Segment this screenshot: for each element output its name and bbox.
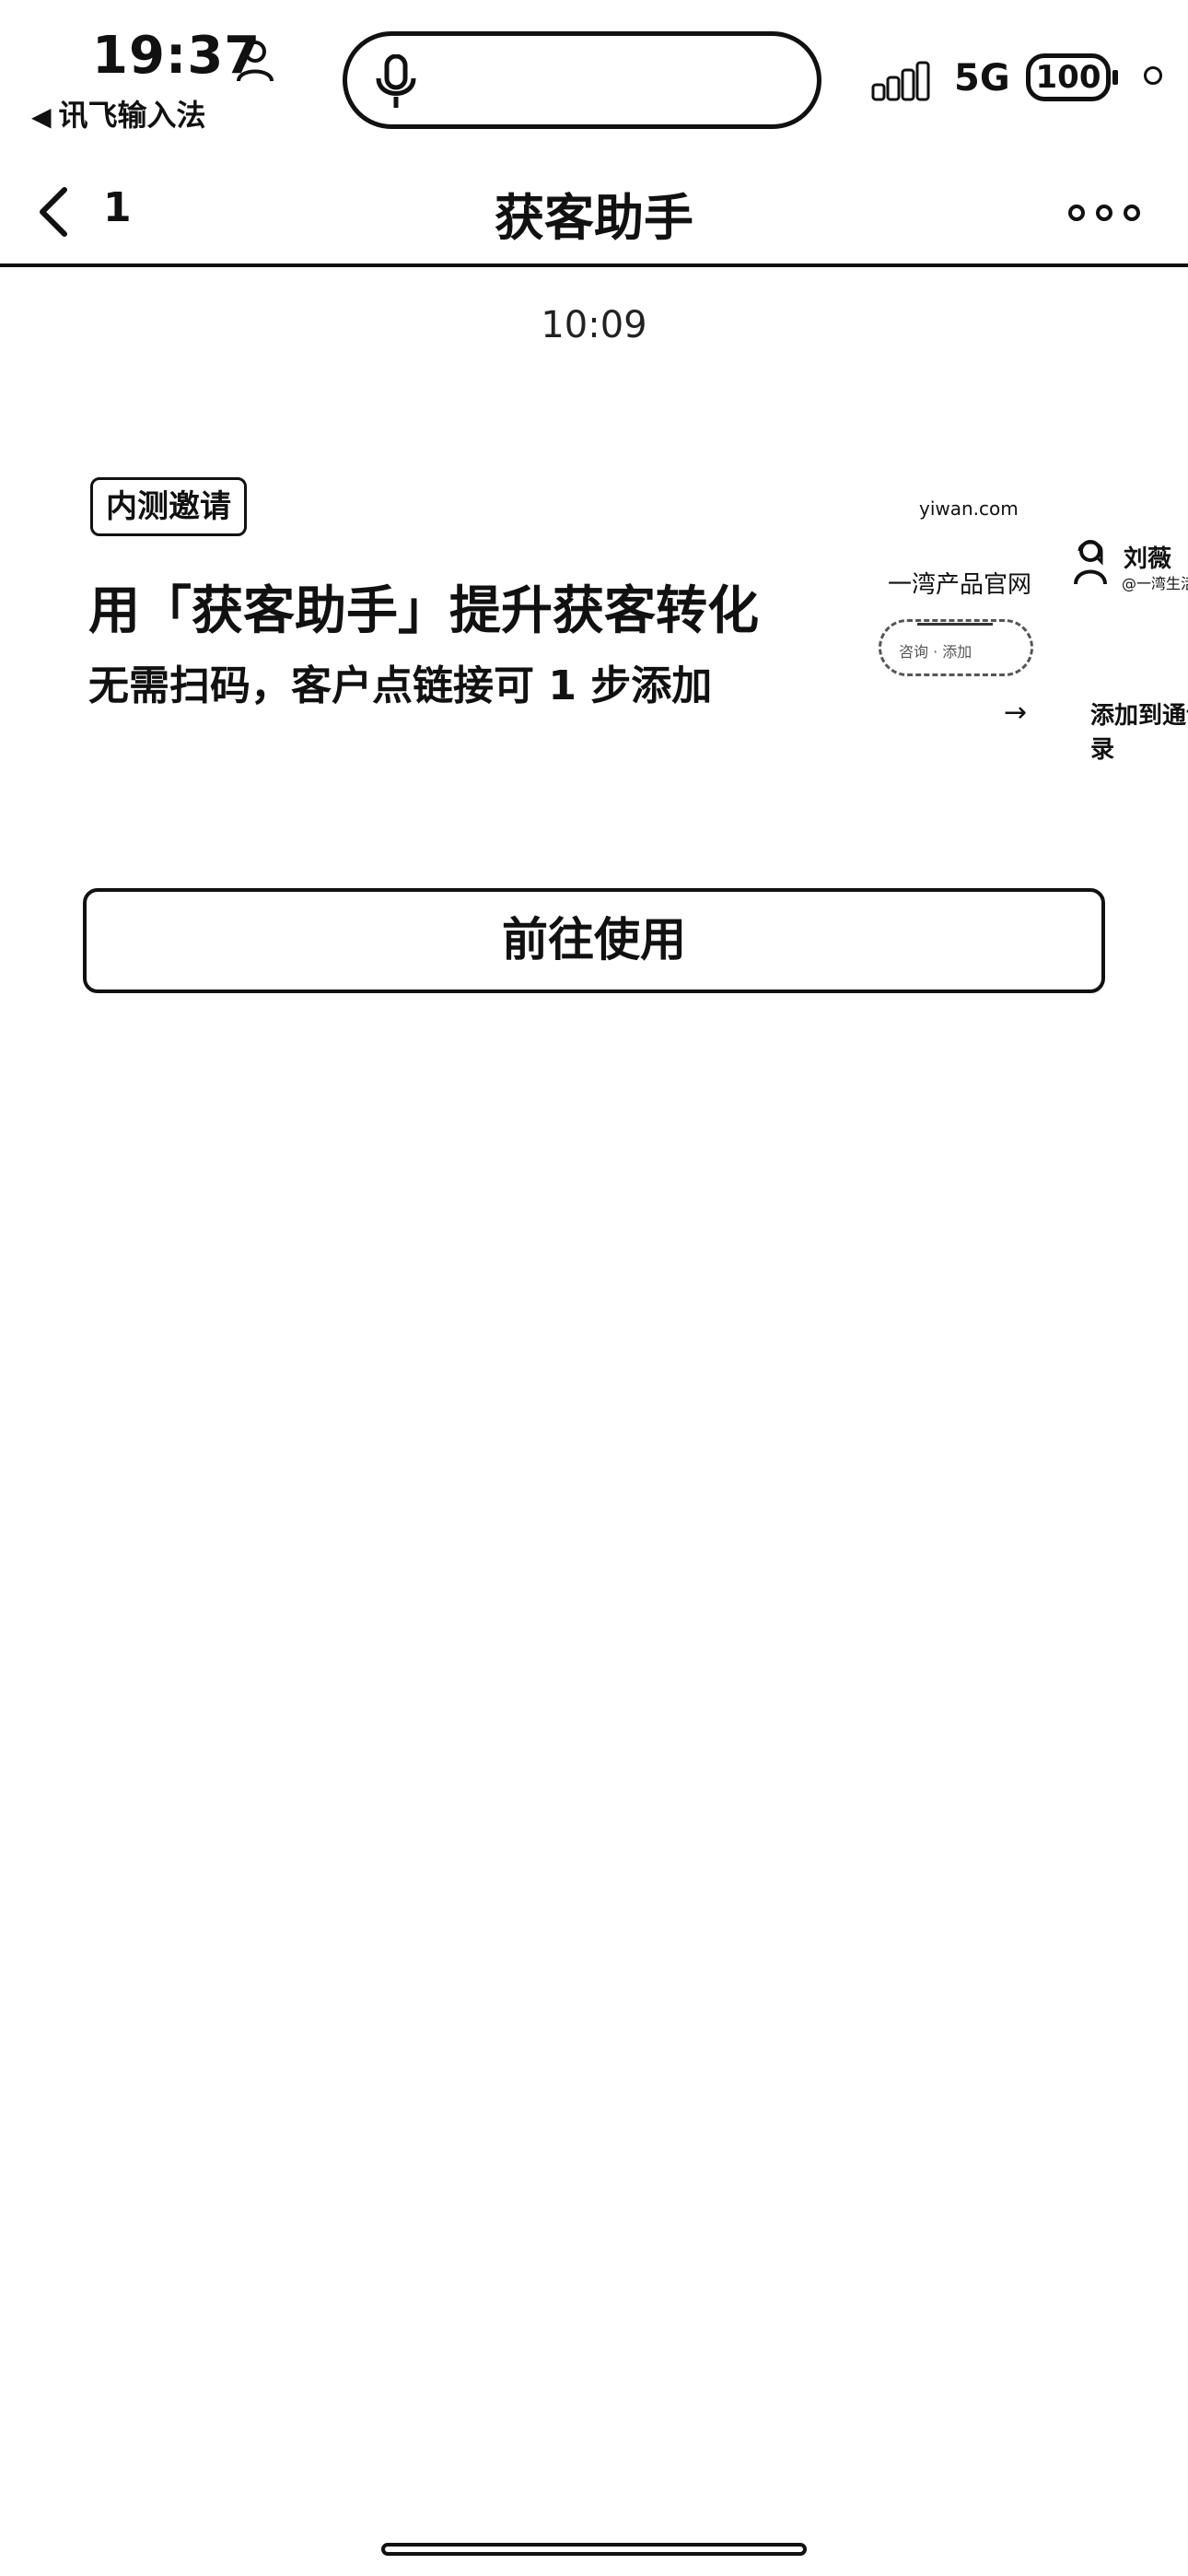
signal-icon [871,61,930,101]
arrow-right-icon: → [1004,697,1028,729]
person-icon [237,41,274,82]
card-subline: 无需扫码，客户点链接可 1 步添加 [88,662,713,709]
mic-icon [376,54,416,108]
beta-invite-tag: 内测邀请 [90,477,247,536]
more-dot-icon [1096,205,1112,221]
dynamic-island-pill[interactable] [343,31,821,129]
preview-site-url: yiwan.com [919,498,1019,520]
avatar-icon [1074,540,1107,585]
privacy-dot-icon [1144,66,1162,85]
preview-add-contact: 添加到通讯录 [1090,702,1188,764]
preview-oval-text: 咨询 · 添加 [899,643,973,661]
battery-indicator: 100 [1026,53,1111,101]
preview-oval-line [917,623,993,626]
preview-official-site: 一湾产品官网 [888,571,1032,599]
preview-contact-name: 刘薇 [1124,545,1172,573]
nav-bar: 1 获客助手 [0,157,1188,267]
battery-tip [1112,70,1118,85]
message-timestamp: 10:09 [541,304,647,346]
card-headline: 用「获客助手」提升获客转化 [88,581,759,641]
go-use-button[interactable]: 前往使用 [83,888,1105,993]
network-type: 5G [954,57,1010,100]
home-indicator[interactable] [381,2543,807,2556]
more-button[interactable] [1059,190,1151,236]
card-preview-illustration: yiwan.com 一湾产品官网 咨询 · 添加 刘薇 @一湾生活 → 添加到通… [803,470,1188,765]
promo-card[interactable]: 内测邀请 用「获客助手」提升获客转化 无需扫码，客户点链接可 1 步添加 yiw… [85,470,1188,765]
back-to-app[interactable]: ◀ 讯飞输入法 [31,92,206,135]
status-bar: 19:37 ◀ 讯飞输入法 5G 100 [0,0,1188,157]
back-triangle-icon: ◀ [31,101,52,132]
more-dot-icon [1124,205,1140,221]
back-app-label: 讯飞输入法 [58,98,206,133]
page-title: 获客助手 [495,189,693,247]
preview-contact-handle: @一湾生活 [1122,575,1188,592]
more-dot-icon [1068,205,1085,221]
